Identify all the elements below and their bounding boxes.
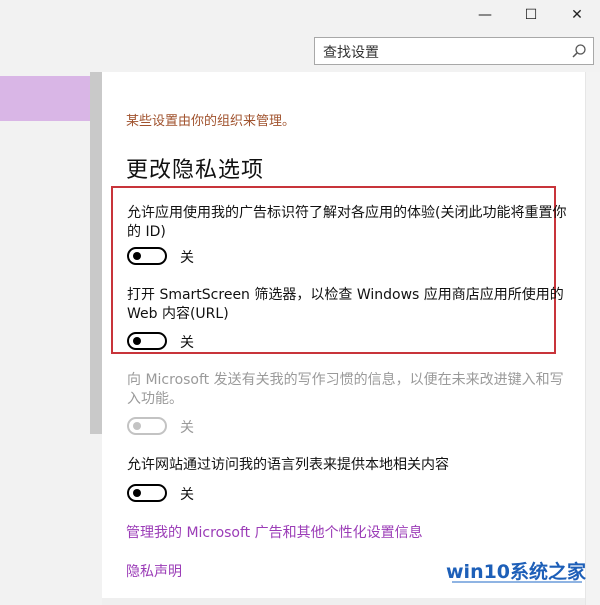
page-title: 更改隐私选项	[126, 158, 265, 183]
close-button[interactable]: ✕	[554, 0, 600, 30]
content-scrollbar[interactable]	[585, 72, 600, 605]
setting-language-list-description: 允许网站通过访问我的语言列表来提供本地相关内容	[127, 457, 449, 473]
maximize-button[interactable]: ☐	[508, 0, 554, 30]
title-bar: — ☐ ✕	[0, 0, 600, 30]
search-input[interactable]: 查找设置	[314, 37, 594, 65]
search-icon[interactable]	[570, 42, 588, 60]
toggle-knob	[133, 337, 141, 345]
writing-habits-toggle	[127, 417, 167, 435]
manage-ads-link[interactable]: 管理我的 Microsoft 广告和其他个性化设置信息	[126, 522, 423, 542]
toggle-knob	[133, 252, 141, 260]
managed-notice: 某些设置由你的组织来管理。	[126, 114, 296, 129]
toggle-knob	[133, 489, 141, 497]
minimize-button[interactable]: —	[462, 0, 508, 30]
sidebar-scrollbar[interactable]	[90, 72, 102, 434]
sidebar-selected-item[interactable]	[0, 76, 92, 121]
sidebar	[0, 72, 92, 605]
watermark-underline	[452, 581, 582, 583]
watermark-logo: win10系统之家	[446, 561, 587, 583]
search-placeholder: 查找设置	[323, 45, 379, 61]
setting-smartscreen-description: 打开 SmartScreen 筛选器，以检查 Windows 应用商店应用所使用…	[127, 287, 564, 322]
language-list-toggle[interactable]	[127, 484, 167, 502]
toggle-knob	[133, 422, 141, 430]
advertising-id-state: 关	[180, 250, 194, 266]
smartscreen-state: 关	[180, 335, 194, 351]
advertising-id-toggle[interactable]	[127, 247, 167, 265]
bottom-edge	[102, 598, 585, 605]
smartscreen-toggle[interactable]	[127, 332, 167, 350]
setting-advertising-id-description: 允许应用使用我的广告标识符了解对各应用的体验(关闭此功能将重置你的 ID)	[127, 205, 567, 240]
language-list-state: 关	[180, 487, 194, 503]
setting-writing-habits-description: 向 Microsoft 发送有关我的写作习惯的信息，以便在未来改进键入和写入功能…	[127, 372, 564, 407]
privacy-statement-link[interactable]: 隐私声明	[126, 561, 182, 581]
writing-habits-state: 关	[180, 420, 194, 436]
